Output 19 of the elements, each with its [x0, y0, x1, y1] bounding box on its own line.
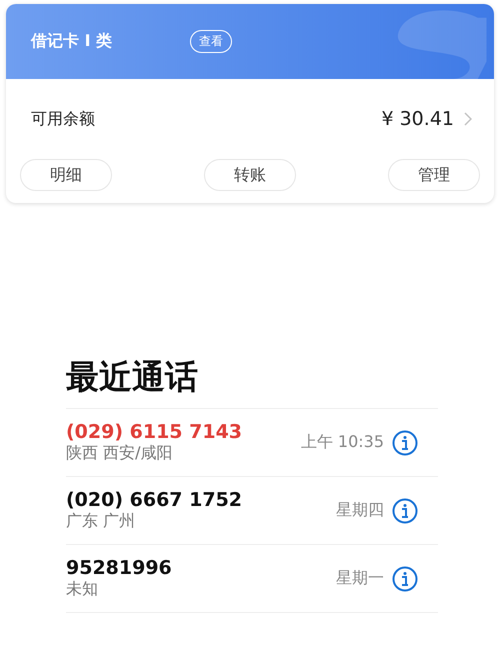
action-button[interactable]: 转账	[204, 159, 296, 191]
call-location: 陕西 西安/咸阳	[66, 443, 174, 464]
call-time: 上午 10:35	[300, 432, 384, 453]
action-button[interactable]: 管理	[388, 159, 480, 191]
call-time: 星期四	[336, 500, 384, 521]
card-title: 借记卡 I 类	[31, 31, 112, 52]
info-icon[interactable]	[392, 566, 418, 592]
balance-amount: ¥ 30.41	[381, 108, 454, 130]
recents-title: 最近通话	[66, 355, 438, 409]
balance-label: 可用余额	[31, 108, 95, 130]
call-time: 星期一	[336, 568, 384, 589]
action-button[interactable]: 明细	[20, 159, 112, 191]
call-location: 未知	[66, 579, 99, 600]
phone-number[interactable]: 95281996	[66, 557, 172, 579]
info-icon[interactable]	[392, 430, 418, 456]
phone-number[interactable]: (020) 6667 1752	[66, 489, 242, 511]
phone-number[interactable]: (029) 6115 7143	[66, 421, 242, 443]
info-icon[interactable]	[392, 498, 418, 524]
call-location: 广东 广州	[66, 511, 136, 532]
